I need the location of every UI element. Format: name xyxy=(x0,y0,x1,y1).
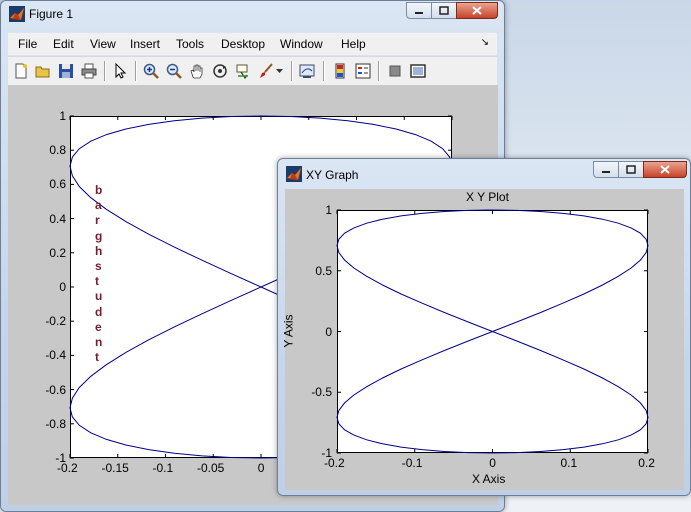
x-tick-label: -0.2 xyxy=(324,456,345,470)
y-tick-label: 0 xyxy=(325,324,332,339)
xygraph-curve-svg xyxy=(336,209,649,454)
y-tick-label: 1 xyxy=(325,203,332,217)
x-tick-label: 0 xyxy=(489,456,496,470)
x-tick-label: 0.1 xyxy=(560,456,578,470)
x-tick-label: 0.2 xyxy=(638,456,655,470)
x-tick-label: -0.1 xyxy=(401,456,423,470)
y-tick-label: 0.5 xyxy=(315,263,332,278)
xygraph-curve xyxy=(336,209,649,454)
y-tick-label: -0.5 xyxy=(311,385,332,400)
